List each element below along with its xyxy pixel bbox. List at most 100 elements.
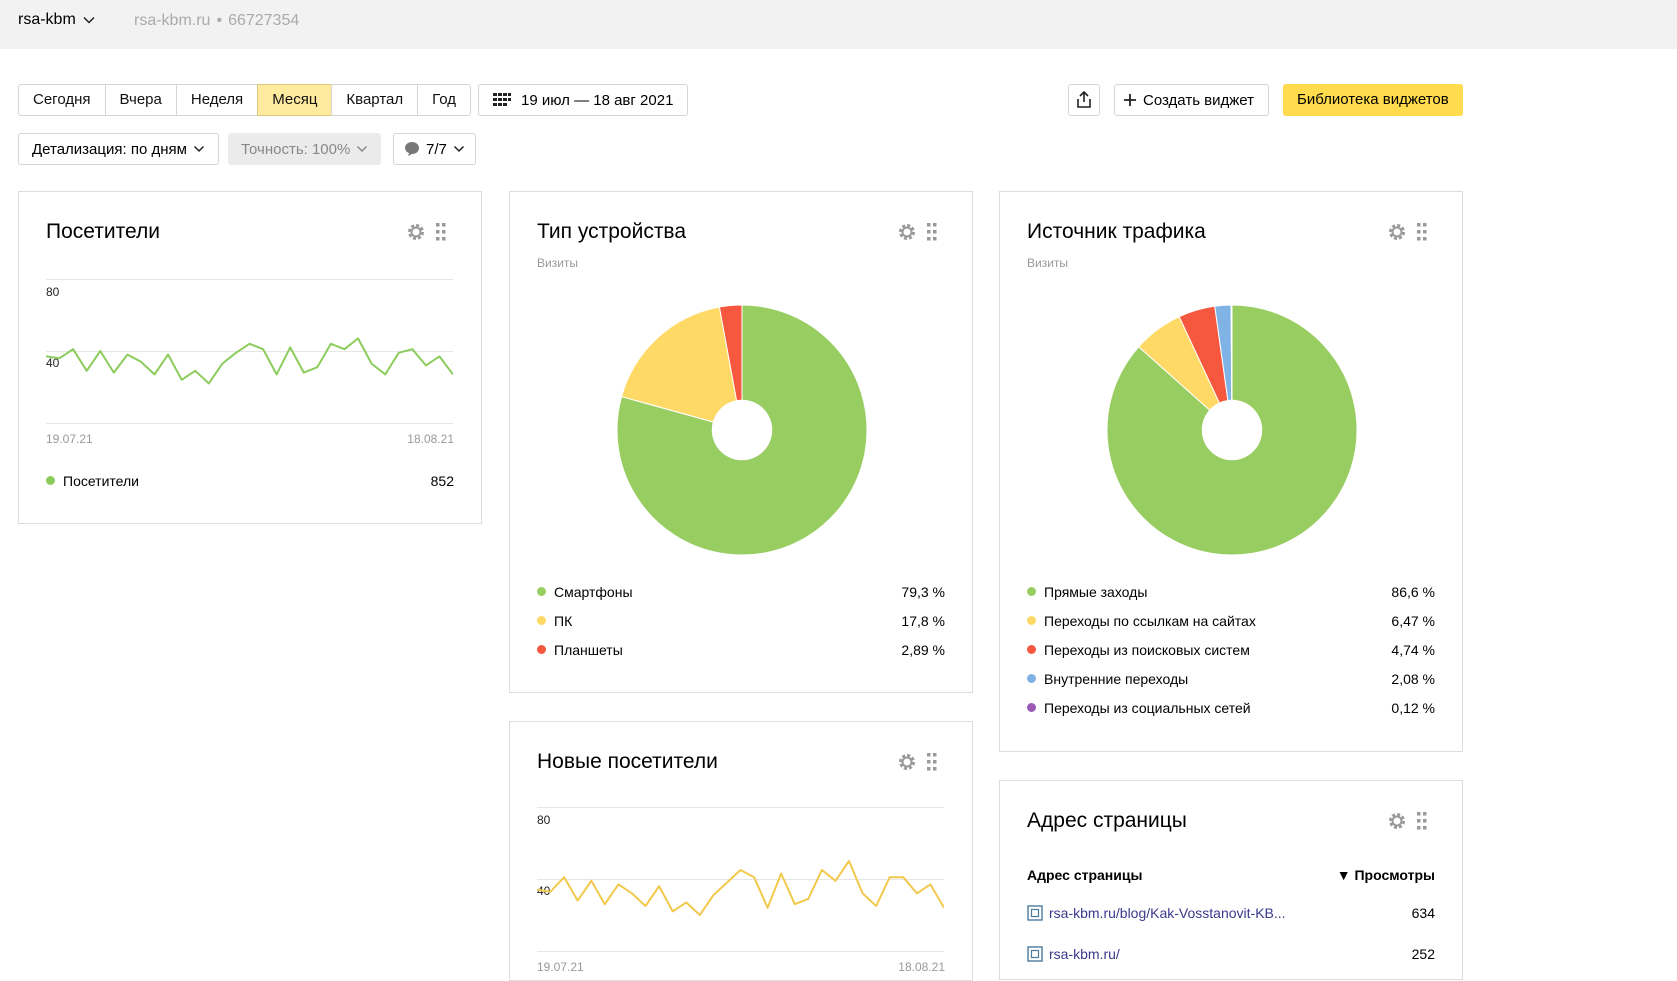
- legend-value: 4,74 %: [1391, 641, 1435, 658]
- drag-handle-icon[interactable]: [1417, 812, 1427, 830]
- series-line: [46, 337, 453, 385]
- legend-label: Переходы по ссылкам на сайтах: [1044, 612, 1256, 629]
- visitors-line-chart: [46, 337, 453, 385]
- top-bar: rsa-kbm rsa-kbm.ru • 66727354: [0, 0, 1677, 49]
- plus-icon: [1124, 94, 1136, 106]
- table-header: Адрес страницы ▼ Просмотры: [1027, 867, 1435, 883]
- table-row: rsa-kbm.ru/ 252: [1027, 946, 1435, 962]
- legend-label: Смартфоны: [554, 583, 633, 600]
- create-widget-label: Создать виджет: [1143, 91, 1255, 109]
- date-range-label: 19 июл — 18 авг 2021: [521, 91, 674, 109]
- legend-dot: [1027, 703, 1036, 712]
- x-tick-end: 18.08.21: [407, 432, 454, 446]
- gear-icon[interactable]: [897, 752, 917, 772]
- legend-value: 17,8 %: [901, 612, 945, 629]
- legend-item[interactable]: Переходы из поисковых систем 4,74 %: [1027, 635, 1435, 664]
- period-quarter-button[interactable]: Квартал: [331, 84, 418, 116]
- period-today-button[interactable]: Сегодня: [18, 84, 105, 116]
- drag-handle-icon[interactable]: [927, 753, 937, 771]
- legend-dot: [537, 645, 546, 654]
- period-yesterday-button[interactable]: Вчера: [104, 84, 176, 116]
- legend-dot: [46, 476, 55, 485]
- segments-label: 7/7: [426, 140, 447, 158]
- legend-label: Посетители: [63, 472, 139, 489]
- share-icon: [1077, 91, 1091, 108]
- legend-dot: [1027, 616, 1036, 625]
- page-views: 634: [1411, 905, 1435, 921]
- legend-value: 852: [430, 472, 454, 489]
- donut-hole: [711, 399, 773, 461]
- legend-dot: [1027, 587, 1036, 596]
- segments-dropdown[interactable]: 7/7: [393, 133, 476, 165]
- legend-value: 2,89 %: [901, 641, 945, 658]
- legend-dot: [537, 587, 546, 596]
- detail-label: Детализация: по дням: [32, 140, 187, 158]
- column-header-address[interactable]: Адрес страницы: [1027, 867, 1142, 883]
- legend-label: Прямые заходы: [1044, 583, 1148, 600]
- legend-dot: [1027, 645, 1036, 654]
- site-domain: rsa-kbm.ru: [134, 12, 211, 29]
- widget-title: Адрес страницы: [1027, 809, 1187, 832]
- chevron-down-icon: [357, 145, 368, 153]
- period-week-button[interactable]: Неделя: [175, 84, 258, 116]
- drag-handle-icon[interactable]: [1417, 223, 1427, 241]
- page-url: rsa-kbm.ru/blog/Kak-Vosstanovit-KB...: [1049, 905, 1286, 921]
- legend-item[interactable]: Переходы по ссылкам на сайтах 6,47 %: [1027, 606, 1435, 635]
- chevron-down-icon: [453, 145, 464, 153]
- legend-value: 79,3 %: [901, 583, 945, 600]
- counter-name: rsa-kbm: [18, 11, 76, 28]
- legend-item[interactable]: ПК 17,8 %: [537, 606, 945, 635]
- create-widget-button[interactable]: Создать виджет: [1114, 84, 1270, 116]
- gear-icon[interactable]: [1387, 222, 1407, 242]
- widget-title: Новые посетители: [537, 750, 718, 773]
- drag-handle-icon[interactable]: [927, 223, 937, 241]
- period-month-button[interactable]: Месяц: [257, 84, 332, 116]
- legend-label: Планшеты: [554, 641, 623, 658]
- legend-value: 86,6 %: [1391, 583, 1435, 600]
- widget-library-button[interactable]: Библиотека виджетов: [1283, 84, 1463, 116]
- traffic-pie-chart: [1106, 304, 1358, 556]
- legend-label: Внутренние переходы: [1044, 670, 1189, 687]
- gridline: [46, 423, 453, 424]
- legend-item[interactable]: Прямые заходы 86,6 %: [1027, 577, 1435, 606]
- legend-item[interactable]: Смартфоны 79,3 %: [537, 577, 945, 606]
- column-header-views[interactable]: ▼ Просмотры: [1337, 867, 1435, 883]
- accuracy-dropdown[interactable]: Точность: 100%: [228, 133, 382, 165]
- page-link[interactable]: rsa-kbm.ru/blog/Kak-Vosstanovit-KB...: [1027, 905, 1286, 921]
- legend-value: 6,47 %: [1391, 612, 1435, 629]
- widget-tools: [406, 222, 446, 242]
- widget-tools: [1387, 222, 1427, 242]
- page-link[interactable]: rsa-kbm.ru/: [1027, 946, 1120, 962]
- date-range-picker[interactable]: 19 июл — 18 авг 2021: [478, 84, 689, 116]
- table-row: rsa-kbm.ru/blog/Kak-Vosstanovit-KB... 63…: [1027, 905, 1435, 921]
- widget-subtitle: Визиты: [1027, 256, 1069, 270]
- visitors-legend: Посетители 852: [46, 466, 454, 495]
- widget-tools: [897, 222, 937, 242]
- export-button[interactable]: [1068, 84, 1100, 116]
- legend-item[interactable]: Внутренние переходы 2,08 %: [1027, 664, 1435, 693]
- new-visitors-line-chart: [537, 860, 944, 916]
- drag-handle-icon[interactable]: [436, 223, 446, 241]
- gridline: [537, 951, 944, 952]
- legend-item[interactable]: Посетители 852: [46, 466, 454, 495]
- legend-item[interactable]: Планшеты 2,89 %: [537, 635, 945, 664]
- gear-icon[interactable]: [897, 222, 917, 242]
- donut-hole: [1201, 399, 1263, 461]
- calendar-icon: [493, 93, 511, 106]
- counter-selector[interactable]: rsa-kbm: [18, 11, 96, 29]
- widget-subtitle: Визиты: [537, 256, 579, 270]
- page-url: rsa-kbm.ru/: [1049, 946, 1120, 962]
- traffic-legend: Прямые заходы 86,6 % Переходы по ссылкам …: [1027, 577, 1435, 722]
- widget-visitors: Посетители 80 40 19.07.21 18.08.21 Посет…: [18, 191, 482, 524]
- external-page-icon: [1027, 905, 1043, 921]
- widget-traffic-source: Источник трафика Визиты Прямые заходы 86,…: [999, 191, 1463, 752]
- gear-icon[interactable]: [1387, 811, 1407, 831]
- legend-item[interactable]: Переходы из социальных сетей 0,12 %: [1027, 693, 1435, 722]
- detail-dropdown[interactable]: Детализация: по дням: [18, 133, 219, 165]
- series-line: [537, 860, 944, 916]
- gear-icon[interactable]: [406, 222, 426, 242]
- external-page-icon: [1027, 946, 1043, 962]
- widget-title: Посетители: [46, 220, 160, 243]
- chevron-down-icon: [193, 145, 204, 153]
- period-year-button[interactable]: Год: [417, 84, 472, 116]
